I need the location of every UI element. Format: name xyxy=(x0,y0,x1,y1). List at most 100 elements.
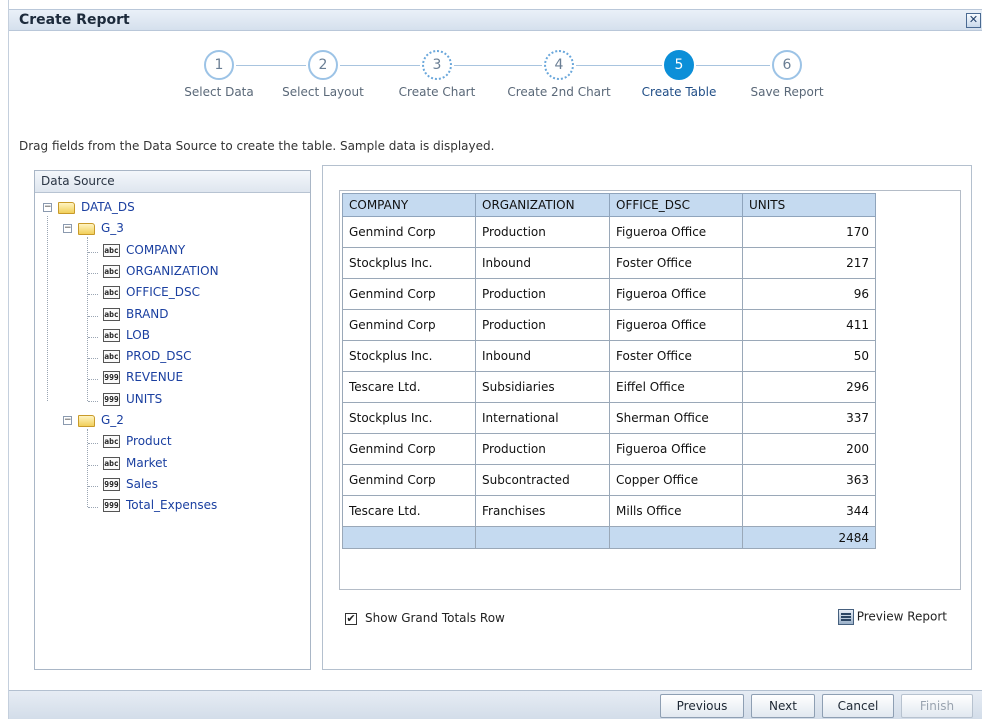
table-cell: 170 xyxy=(742,216,876,248)
tree-field-item[interactable]: abc PROD_DSC xyxy=(103,349,192,364)
next-button[interactable]: Next xyxy=(751,694,815,718)
train-step-number: 3 xyxy=(422,50,452,80)
train-step[interactable]: 3 Create Chart xyxy=(382,50,492,99)
tree-field-item[interactable]: 999 REVENUE xyxy=(103,370,184,385)
tree-field-item-label: PROD_DSC xyxy=(126,349,192,364)
tree-group-node[interactable]: − G_3 xyxy=(63,221,124,235)
table-cell: Tescare Ltd. xyxy=(342,495,476,527)
table-row: Stockplus Inc. International Sherman Offic… xyxy=(342,402,876,434)
tree-connector xyxy=(88,251,98,253)
table-cell: Genmind Corp xyxy=(342,309,476,341)
train-step-number: 1 xyxy=(204,50,234,80)
folder-icon xyxy=(78,414,95,427)
cancel-button[interactable]: Cancel xyxy=(822,694,894,718)
table-cell: Foster Office xyxy=(609,340,743,372)
close-icon[interactable]: ✕ xyxy=(966,13,981,28)
finish-button[interactable]: Finish xyxy=(901,694,973,718)
table-cell: 50 xyxy=(742,340,876,372)
grand-totals-option[interactable]: ✔ Show Grand Totals Row xyxy=(345,611,505,625)
tree-connector xyxy=(87,429,88,508)
previous-button[interactable]: Previous xyxy=(660,694,744,718)
table-cell: Figueroa Office xyxy=(609,309,743,341)
column-header[interactable]: UNITS xyxy=(742,193,876,217)
tree-field-item[interactable]: abc LOB xyxy=(103,328,150,342)
tree-group-node[interactable]: − G_2 xyxy=(63,413,124,427)
tree-field-item[interactable]: abc BRAND xyxy=(103,307,169,321)
tree-field-item[interactable]: abc ORGANIZATION xyxy=(103,264,219,278)
table-cell: 200 xyxy=(742,433,876,465)
tree-field-item-label: ORGANIZATION xyxy=(126,263,219,278)
train-step-label: Create 2nd Chart xyxy=(507,85,611,99)
table-row: Tescare Ltd. Franchises Mills Office 344 xyxy=(342,495,876,527)
tree-field-item[interactable]: abc COMPANY xyxy=(103,243,185,257)
train-step[interactable]: 2 Select Layout xyxy=(268,50,378,99)
table-cell: Genmind Corp xyxy=(342,464,476,496)
train-step[interactable]: 1 Select Data xyxy=(164,50,274,99)
table-cell: 337 xyxy=(742,402,876,434)
tree-connector xyxy=(88,379,98,381)
train-step-label: Create Table xyxy=(641,85,717,99)
table-cell: Production xyxy=(475,216,610,248)
table-cell: Figueroa Office xyxy=(609,278,743,310)
collapse-icon[interactable]: − xyxy=(63,224,72,234)
text-field-icon: abc xyxy=(103,456,120,470)
table-row: Genmind Corp Production Figueroa Office 411 xyxy=(342,309,876,341)
table-cell: Tescare Ltd. xyxy=(342,371,476,403)
data-table: COMPANY ORGANIZATION OFFICE_DSC UNITS Genmi… xyxy=(342,193,876,549)
train-step[interactable]: 6 Save Report xyxy=(732,50,842,99)
train-step[interactable]: 4 Create 2nd Chart xyxy=(504,50,614,99)
tree-connector xyxy=(88,272,98,274)
dialog-titlebar: Create Report ✕ xyxy=(9,9,982,31)
tree-field-item-label: Total_Expenses xyxy=(126,498,218,513)
tree-connector xyxy=(88,485,98,487)
text-field-icon: abc xyxy=(103,286,120,300)
table-cell: Franchises xyxy=(475,495,610,527)
tree-field-item-label: REVENUE xyxy=(126,370,184,385)
tree-field-item-label: BRAND xyxy=(126,306,169,321)
train-step-label: Create Chart xyxy=(398,85,476,99)
table-panel: COMPANY ORGANIZATION OFFICE_DSC UNITS Genmi… xyxy=(322,165,972,670)
instruction-text: Drag fields from the Data Source to crea… xyxy=(19,139,495,153)
column-header[interactable]: ORGANIZATION xyxy=(475,193,610,217)
total-cell xyxy=(609,526,743,549)
tree-connector xyxy=(88,358,98,360)
tree-field-item-label: Product xyxy=(126,434,172,449)
tree-field-item-label: OFFICE_DSC xyxy=(126,285,200,300)
dialog-button-bar: Previous Next Cancel Finish xyxy=(9,690,982,719)
preview-report-link[interactable]: Preview Report xyxy=(837,609,947,625)
tree-field-item[interactable]: abc Product xyxy=(103,434,172,449)
text-field-icon: abc xyxy=(103,307,120,321)
tree-field-item[interactable]: 999 UNITS xyxy=(103,392,162,406)
text-field-icon: abc xyxy=(103,435,120,449)
tree-field-item-label: LOB xyxy=(126,327,150,342)
table-cell: Stockplus Inc. xyxy=(342,340,476,372)
table-cell: Inbound xyxy=(475,247,610,279)
tree-field-item[interactable]: abc OFFICE_DSC xyxy=(103,285,200,300)
data-source-panel: Data Source − DATA_DS − G_3 abc COMPANY abc ORG… xyxy=(34,170,311,670)
tree-field-item[interactable]: 999 Total_Expenses xyxy=(103,498,218,513)
table-cell: Figueroa Office xyxy=(609,433,743,465)
collapse-icon[interactable]: − xyxy=(63,416,72,425)
grand-totals-label: Show Grand Totals Row xyxy=(365,611,505,625)
grand-totals-checkbox[interactable]: ✔ xyxy=(345,612,357,625)
column-header[interactable]: COMPANY xyxy=(342,193,476,217)
tree-field-item-label: UNITS xyxy=(126,391,163,406)
table-row: Genmind Corp Production Figueroa Office 96 xyxy=(342,278,876,310)
column-header[interactable]: OFFICE_DSC xyxy=(609,193,743,217)
tree-root-node[interactable]: − DATA_DS xyxy=(43,200,135,214)
table-cell: International xyxy=(475,402,610,434)
preview-report-label: Preview Report xyxy=(856,609,947,624)
preview-report-icon xyxy=(837,609,854,625)
table-cell: Genmind Corp xyxy=(342,433,476,465)
tree-field-item[interactable]: abc Market xyxy=(103,456,167,470)
table-row: Stockplus Inc. Inbound Foster Office 50 xyxy=(342,340,876,372)
step-train: 1 Select Data 2 Select Layout 3 Create Chart 4… xyxy=(9,50,982,110)
tree-connector xyxy=(88,443,98,445)
collapse-icon[interactable]: − xyxy=(43,203,52,212)
numeric-field-icon: 999 xyxy=(103,392,120,406)
tree-field-item[interactable]: 999 Sales xyxy=(103,477,158,491)
tree-connector xyxy=(47,216,48,401)
table-drop-area[interactable]: COMPANY ORGANIZATION OFFICE_DSC UNITS Genmi… xyxy=(339,190,961,590)
tree-field-item-label: COMPANY xyxy=(126,242,186,257)
tree-group-node-label: G_3 xyxy=(101,221,124,236)
